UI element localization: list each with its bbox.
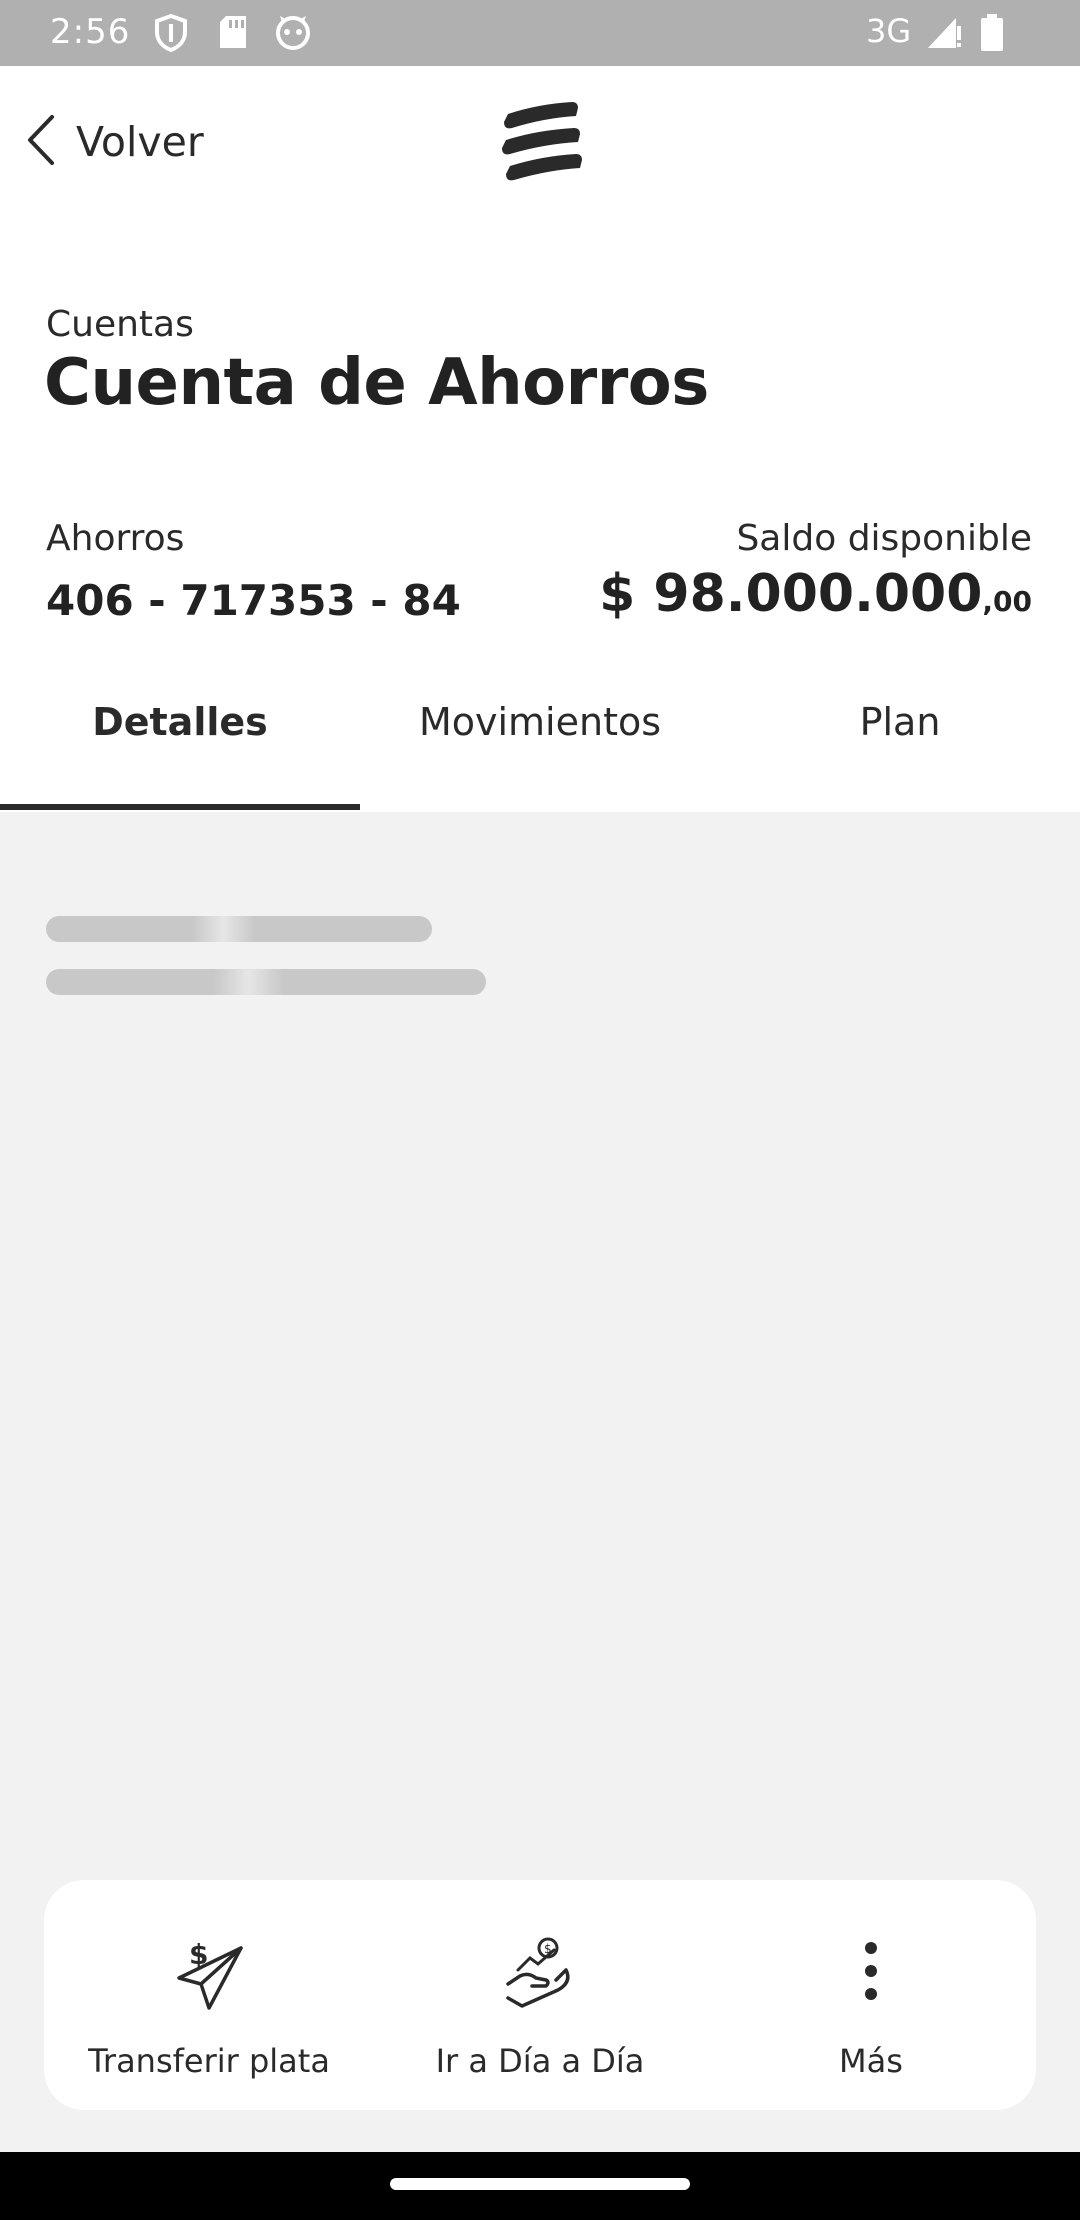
page-title: Cuenta de Ahorros xyxy=(44,346,709,420)
account-number: 406 - 717353 - 84 xyxy=(46,576,461,625)
balance-amount: $ 98.000.000,00 xyxy=(599,564,1032,624)
home-handle[interactable] xyxy=(390,2178,690,2190)
back-button[interactable]: Volver xyxy=(26,112,204,172)
tab-detalles[interactable]: Detalles xyxy=(0,672,360,812)
loading-skeleton-line xyxy=(46,916,432,942)
transfer-money-label: Transferir plata xyxy=(88,2042,330,2080)
account-type: Ahorros xyxy=(46,518,185,559)
chevron-left-icon xyxy=(26,114,56,170)
tab-bar: Detalles Movimientos Plan xyxy=(0,672,1080,812)
more-options-button[interactable]: Más xyxy=(706,1880,1036,2110)
loading-skeleton-line xyxy=(46,969,486,995)
active-tab-indicator xyxy=(0,804,360,810)
go-dia-a-dia-button[interactable]: $ Ir a Día a Día xyxy=(375,1880,705,2110)
balance-label: Saldo disponible xyxy=(736,518,1032,559)
shield-icon xyxy=(154,13,188,56)
back-label: Volver xyxy=(76,118,204,166)
send-money-icon: $ xyxy=(171,1936,247,2016)
system-nav-bar xyxy=(0,2152,1080,2220)
hand-money-icon: $ xyxy=(500,1936,580,2016)
more-vertical-icon xyxy=(833,1936,909,2016)
network-type: 3G xyxy=(866,12,912,50)
status-bar: 2:56 3G xyxy=(0,0,1080,66)
quick-actions-card: $ Transferir plata $ Ir a Día a Día Más xyxy=(44,1880,1036,2110)
tab-plan[interactable]: Plan xyxy=(720,672,1080,812)
svg-text:$: $ xyxy=(189,1938,208,1971)
app-header: Volver xyxy=(0,66,1080,226)
tab-movimientos[interactable]: Movimientos xyxy=(360,672,720,812)
battery-icon xyxy=(980,14,1004,56)
go-dia-a-dia-label: Ir a Día a Día xyxy=(435,2042,645,2080)
balance-cents: ,00 xyxy=(982,585,1032,618)
balance-main: $ 98.000.000 xyxy=(599,564,983,624)
sd-card-icon xyxy=(218,14,248,54)
brand-logo xyxy=(498,100,584,190)
transfer-money-button[interactable]: $ Transferir plata xyxy=(44,1880,374,2110)
status-time: 2:56 xyxy=(50,12,131,52)
breadcrumb: Cuentas xyxy=(46,304,194,345)
more-options-label: Más xyxy=(839,2042,903,2080)
signal-icon xyxy=(926,14,962,54)
cat-face-icon xyxy=(274,14,312,54)
